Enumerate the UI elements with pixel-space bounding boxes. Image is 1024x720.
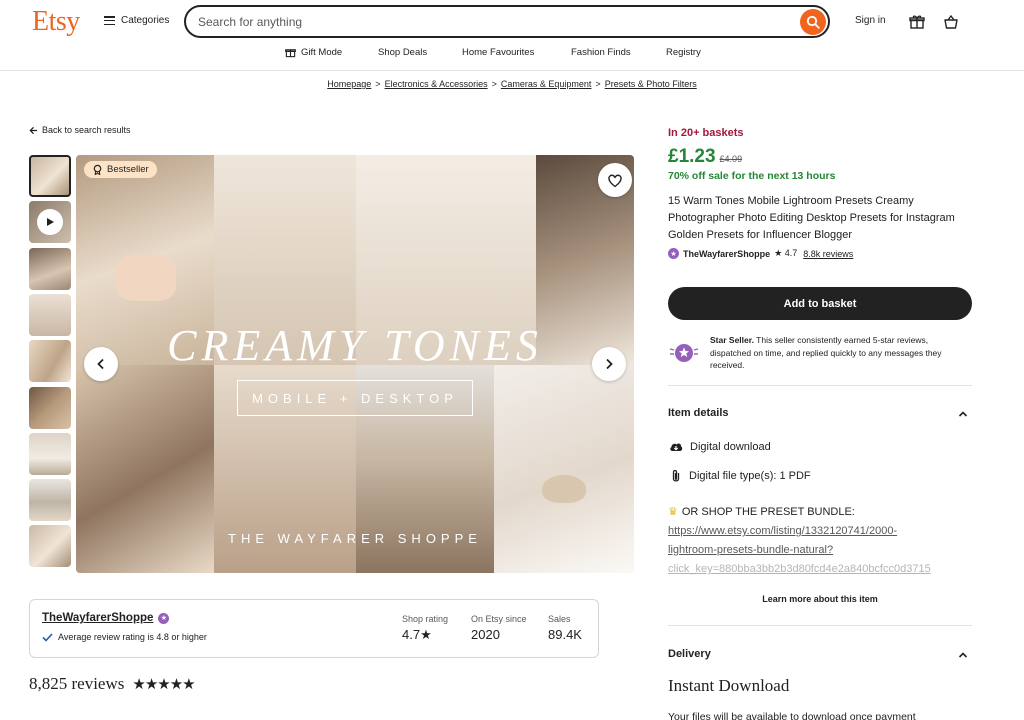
gallery-thumbnail[interactable]: [29, 340, 71, 382]
arrow-left-icon: [29, 126, 38, 134]
chevron-up-icon: [958, 411, 968, 417]
sale-notice: 70% off sale for the next 13 hours: [668, 170, 836, 182]
nav-gift-mode[interactable]: Gift Mode: [285, 47, 342, 58]
nav-fashion-finds[interactable]: Fashion Finds: [571, 47, 631, 58]
gallery-thumbnail[interactable]: [29, 387, 71, 429]
gallery-thumbnail[interactable]: [29, 248, 71, 290]
gift-icon: [285, 49, 296, 58]
image-title-text: CREAMY TONES: [167, 321, 543, 370]
digital-download-text: Digital download: [690, 441, 771, 453]
product-image: Bestseller CREAMY TONES MOBILE + DESKTOP…: [76, 155, 634, 573]
breadcrumb-presets[interactable]: Presets & Photo Filters: [605, 79, 697, 89]
video-thumbnail[interactable]: [29, 201, 71, 243]
search-icon: [806, 15, 820, 29]
price: £1.23: [668, 146, 716, 167]
star-seller-badge-icon: [669, 340, 699, 366]
chevron-left-icon: [97, 358, 104, 370]
star-seller-title: Star Seller.: [710, 335, 754, 345]
divider: [668, 385, 972, 386]
shop-stat-value: 4.7★: [402, 627, 432, 642]
shop-stat-label: Shop rating: [402, 614, 449, 624]
search-input[interactable]: [198, 14, 800, 29]
nav-label: Gift Mode: [301, 47, 343, 58]
play-icon: [37, 209, 63, 235]
back-to-search-link[interactable]: Back to search results: [29, 125, 131, 135]
site-header: Etsy Categories Sign in Gift Mode Shop D…: [0, 0, 1024, 71]
seller-link[interactable]: TheWayfarerShoppe: [683, 249, 770, 259]
star-seller-icon: ★: [668, 248, 679, 259]
gallery-thumbnail[interactable]: [29, 433, 71, 475]
star-seller-info: Star Seller. This seller consistently ea…: [710, 334, 970, 372]
cloud-download-icon: [670, 443, 683, 451]
chevron-up-icon: [958, 652, 968, 658]
shop-stat-label: Sales: [548, 614, 571, 624]
delivery-text: Your files will be available to download…: [668, 711, 916, 720]
nav-home-favourites[interactable]: Home Favourites: [462, 47, 534, 58]
etsy-logo[interactable]: Etsy: [32, 6, 80, 38]
bundle-link[interactable]: https://www.etsy.com/listing/1332120741/…: [668, 525, 897, 537]
shop-stat-value: 89.4K: [548, 627, 582, 642]
sign-in-link[interactable]: Sign in: [855, 15, 886, 26]
favorite-button[interactable]: [598, 163, 632, 197]
file-type-text: Digital file type(s): 1 PDF: [689, 470, 811, 482]
breadcrumb-electronics[interactable]: Electronics & Accessories: [385, 79, 488, 89]
back-label: Back to search results: [42, 125, 131, 135]
bestseller-label: Bestseller: [107, 164, 149, 175]
image-subtitle-text: MOBILE + DESKTOP: [237, 380, 473, 416]
gallery-thumbnail[interactable]: [29, 155, 71, 197]
shop-card: TheWayfarerShoppe ★ Average review ratin…: [29, 599, 599, 658]
gallery-thumbnail[interactable]: [29, 479, 71, 521]
delivery-heading: Delivery: [668, 648, 711, 660]
shop-name-link[interactable]: TheWayfarerShoppe: [42, 612, 153, 624]
basket-button[interactable]: [941, 12, 961, 32]
nav-registry[interactable]: Registry: [666, 47, 701, 58]
basket-count-notice: In 20+ baskets: [668, 127, 744, 139]
product-title: 15 Warm Tones Mobile Lightroom Presets C…: [668, 195, 955, 241]
star-seller-icon: ★: [158, 612, 170, 624]
image-brand-text: THE WAYFARER SHOPPE: [228, 531, 482, 546]
delivery-toggle[interactable]: Delivery: [668, 645, 972, 665]
divider: [668, 625, 972, 626]
reviews-link[interactable]: 8.8k reviews: [803, 249, 853, 259]
rating-stars: ★★★★★: [132, 676, 195, 693]
item-details-heading: Item details: [668, 407, 729, 419]
reviews-count: 8,825 reviews: [29, 674, 125, 693]
add-to-basket-button[interactable]: Add to basket: [668, 287, 972, 320]
learn-more-button[interactable]: Learn more about this item: [668, 594, 972, 604]
shop-stat-value: 2020: [471, 627, 500, 642]
crown-icon: ♛: [668, 506, 678, 518]
breadcrumb: Homepage > Electronics & Accessories > Camer…: [327, 79, 697, 89]
gift-icon: [909, 15, 925, 29]
gift-button[interactable]: [907, 12, 927, 32]
next-image-button[interactable]: [592, 347, 626, 381]
check-icon: [42, 632, 53, 642]
bundle-text: OR SHOP THE PRESET BUNDLE:: [681, 505, 855, 518]
categories-button[interactable]: Categories: [104, 15, 169, 26]
shop-stat-label: On Etsy since: [471, 614, 527, 624]
review-note: Average review rating is 4.8 or higher: [58, 632, 207, 642]
chevron-right-icon: [606, 358, 613, 370]
heart-icon: [608, 174, 622, 187]
item-details-toggle[interactable]: Item details: [668, 404, 972, 424]
bundle-link[interactable]: click_key=880bba3bb2b3d80fcd4e2a840bcfcc…: [668, 563, 931, 575]
breadcrumb-homepage[interactable]: Homepage: [327, 79, 371, 89]
search-button[interactable]: [800, 8, 826, 35]
reviews-summary: 8,825 reviews ★★★★★: [29, 674, 196, 694]
original-price: £4.09: [719, 154, 743, 164]
gallery-thumbnail[interactable]: [29, 294, 71, 336]
breadcrumb-cameras[interactable]: Cameras & Equipment: [501, 79, 592, 89]
award-icon: [93, 164, 102, 175]
basket-icon: [944, 14, 958, 29]
bundle-link[interactable]: lightroom-presets-bundle-natural?: [668, 544, 833, 556]
delivery-title: Instant Download: [668, 676, 790, 695]
search-bar: [184, 5, 830, 38]
previous-image-button[interactable]: [84, 347, 118, 381]
seller-rating: ★ 4.7: [774, 248, 798, 258]
gallery-thumbnail[interactable]: [29, 525, 71, 567]
nav-shop-deals[interactable]: Shop Deals: [378, 47, 427, 58]
menu-icon: [104, 16, 115, 25]
bestseller-badge: Bestseller: [84, 161, 157, 178]
paperclip-icon: [672, 469, 680, 482]
categories-label: Categories: [121, 15, 170, 26]
